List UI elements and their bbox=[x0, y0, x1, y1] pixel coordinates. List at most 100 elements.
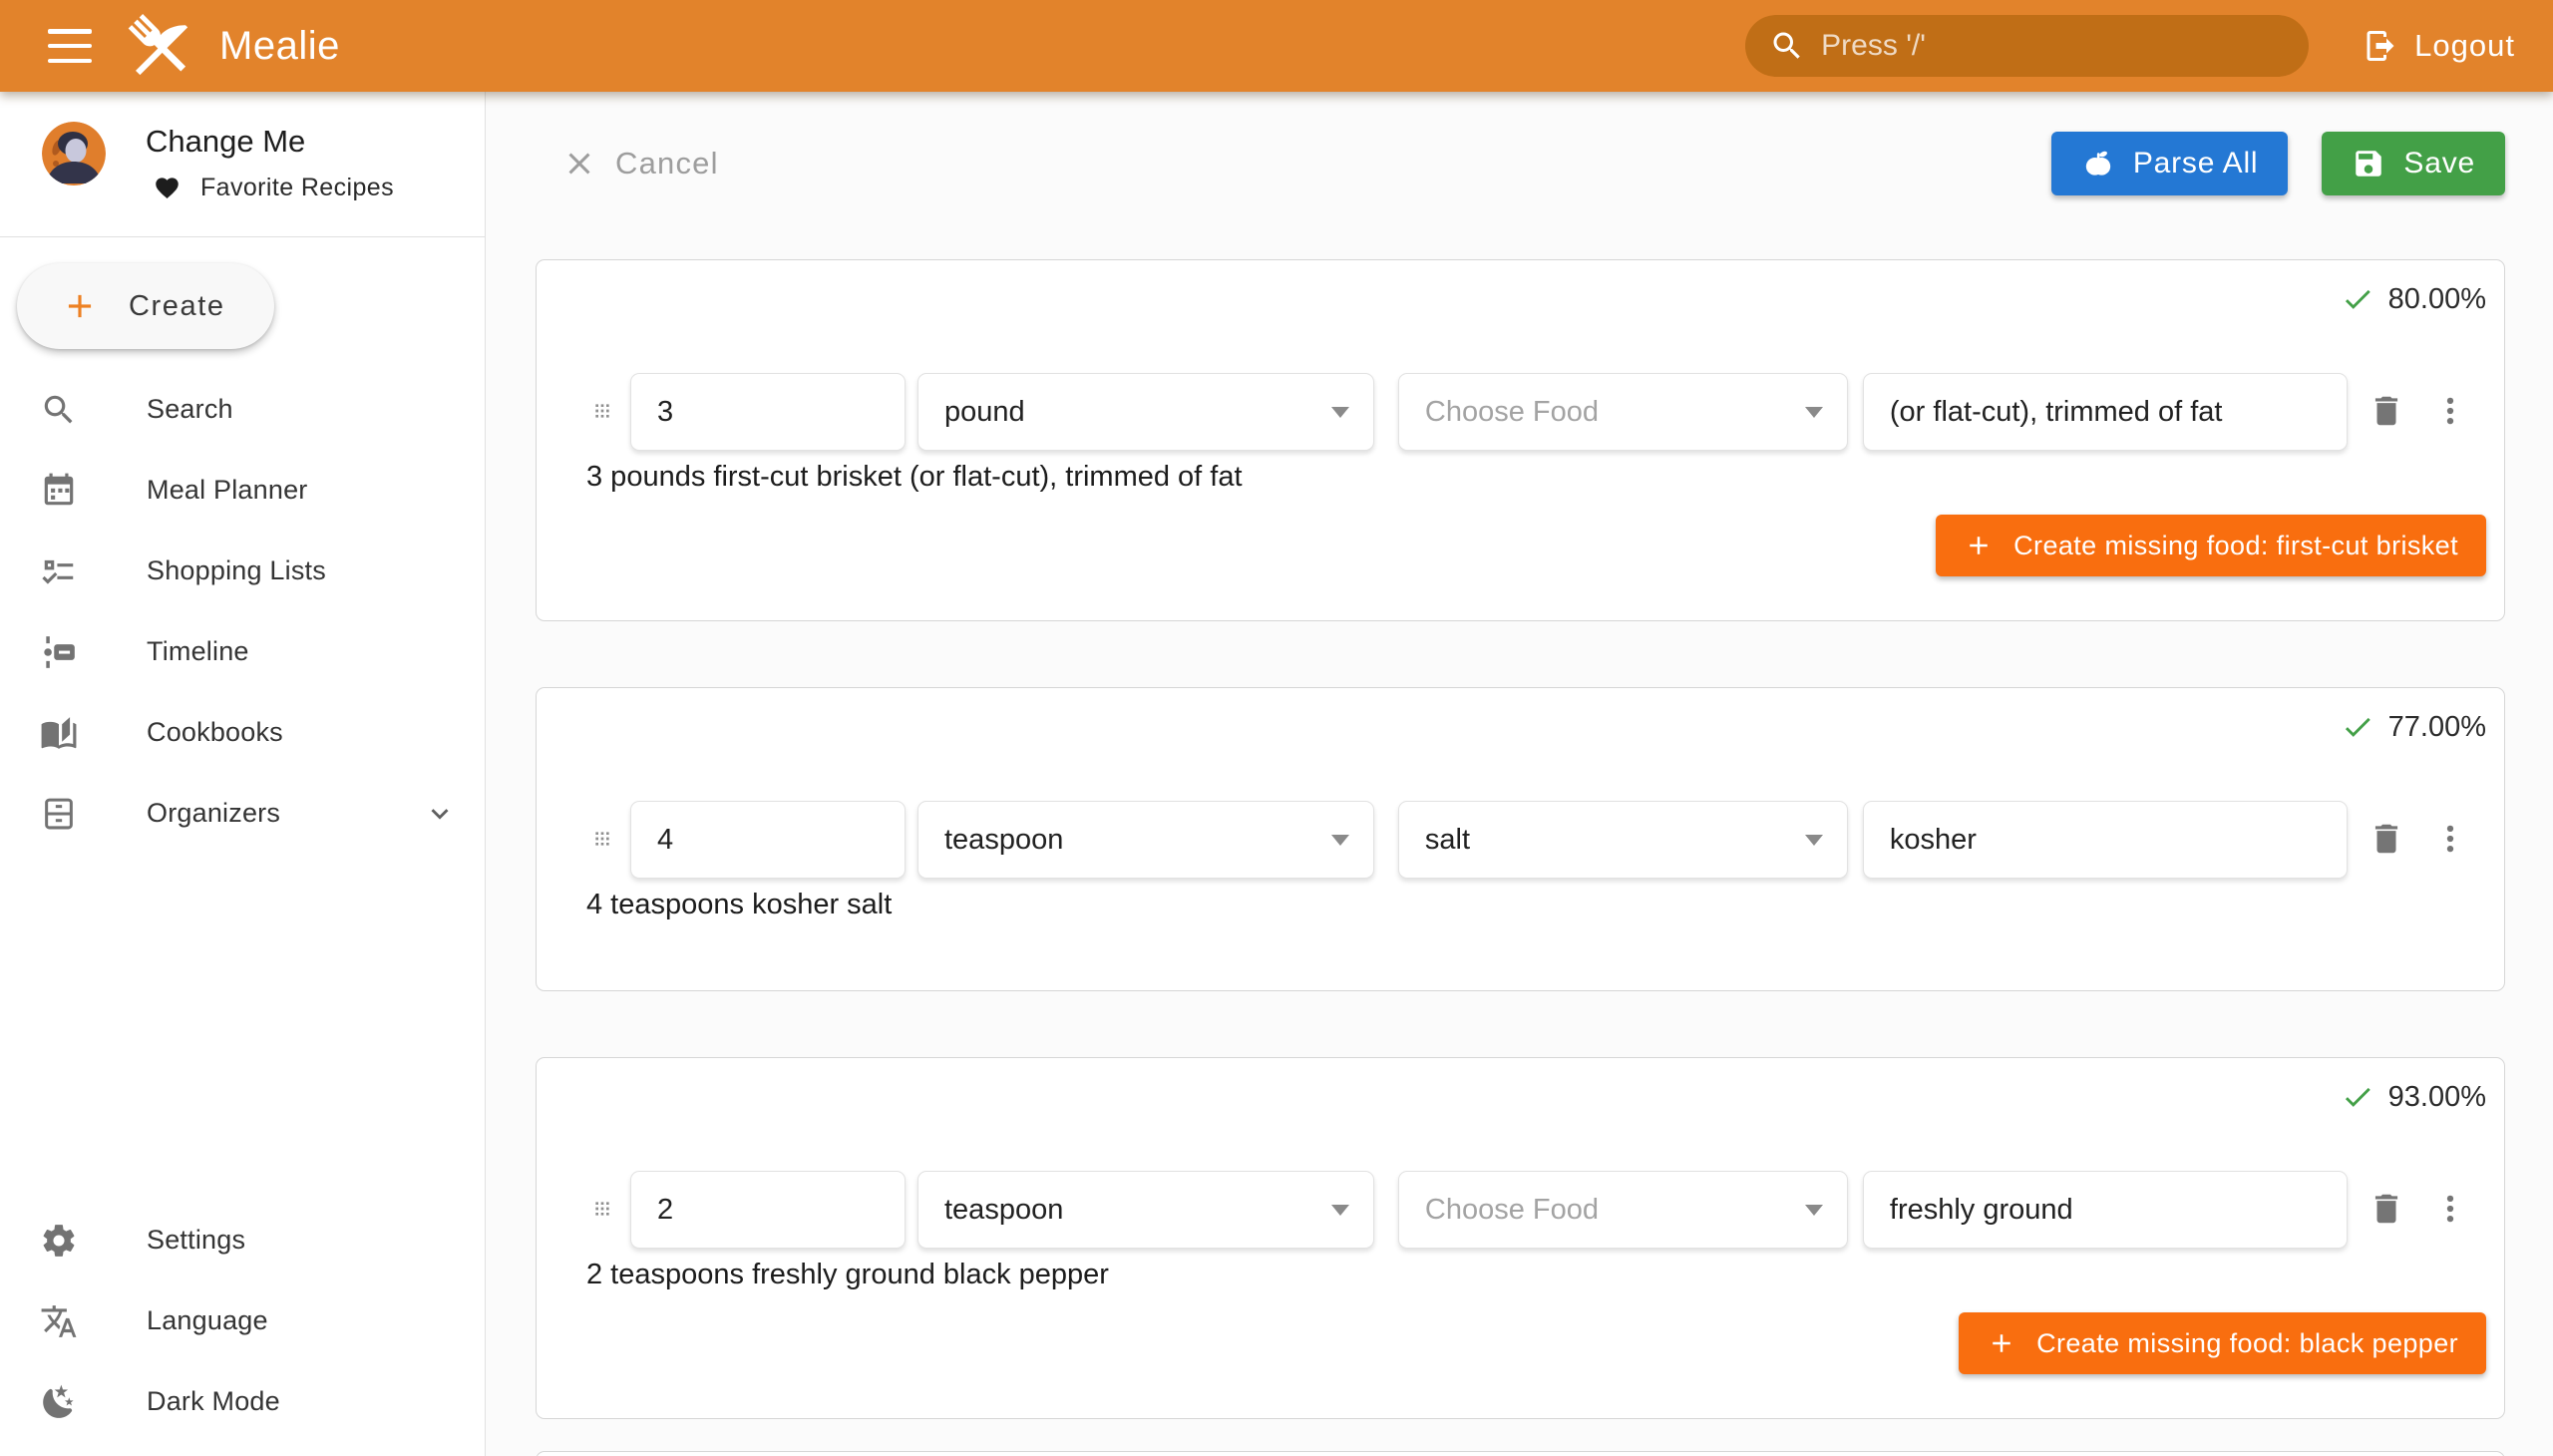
app-window: Mealie Logout bbox=[0, 0, 2553, 1456]
app-title: Mealie bbox=[219, 24, 340, 69]
search-icon bbox=[40, 391, 78, 429]
trash-icon bbox=[2368, 392, 2405, 430]
food-placeholder: Choose Food bbox=[1425, 1194, 1599, 1227]
dropdown-caret-icon bbox=[1331, 1205, 1349, 1216]
top-app-bar: Mealie Logout bbox=[0, 0, 2553, 92]
sidebar-item-label: Search bbox=[147, 394, 233, 425]
cancel-label: Cancel bbox=[615, 146, 719, 182]
create-missing-food-button[interactable]: Create missing food: black pepper bbox=[1959, 1312, 2486, 1374]
original-ingredient-text: 4 teaspoons kosher salt bbox=[586, 889, 2504, 922]
card-actions: Create missing food: black pepper bbox=[537, 1312, 2486, 1418]
quantity-input[interactable] bbox=[630, 373, 906, 451]
create-missing-food-label: Create missing food: first-cut brisket bbox=[2013, 531, 2458, 561]
logout-label: Logout bbox=[2414, 28, 2515, 64]
unit-value: teaspoon bbox=[944, 824, 1063, 857]
note-input[interactable] bbox=[1863, 1171, 2348, 1249]
moon-icon bbox=[40, 1383, 78, 1421]
quantity-input[interactable] bbox=[630, 801, 906, 879]
create-missing-food-button[interactable]: Create missing food: first-cut brisket bbox=[1936, 515, 2486, 576]
confidence-value: 80.00% bbox=[2388, 283, 2486, 316]
sidebar-item-organizers[interactable]: Organizers bbox=[0, 773, 485, 854]
original-ingredient-text: 3 pounds first-cut brisket (or flat-cut)… bbox=[586, 461, 2504, 495]
unit-select[interactable]: teaspoon bbox=[917, 801, 1374, 879]
next-ingredient-card-edge bbox=[536, 1451, 2505, 1456]
food-apple-icon bbox=[2081, 147, 2115, 181]
kebab-menu-icon bbox=[2431, 820, 2469, 858]
original-ingredient-text: 2 teaspoons freshly ground black pepper bbox=[586, 1259, 2504, 1292]
note-input[interactable] bbox=[1863, 801, 2348, 879]
ingredient-fields-row: pound Choose Food bbox=[537, 373, 2504, 451]
check-icon bbox=[2341, 710, 2374, 744]
parse-all-button[interactable]: Parse All bbox=[2051, 132, 2289, 195]
card-actions: Create missing food: first-cut brisket bbox=[537, 515, 2486, 620]
drag-handle-icon[interactable] bbox=[586, 823, 612, 857]
more-options-button[interactable] bbox=[2430, 390, 2470, 434]
avatar bbox=[42, 122, 106, 185]
sidebar-bottom-menu: Settings Language Dark Mode bbox=[0, 1200, 485, 1442]
book-icon bbox=[40, 714, 78, 752]
food-select[interactable]: Choose Food bbox=[1398, 373, 1848, 451]
parse-all-label: Parse All bbox=[2133, 147, 2259, 181]
sidebar-item-search[interactable]: Search bbox=[0, 369, 485, 450]
plus-icon bbox=[61, 287, 99, 325]
search-box[interactable] bbox=[1745, 15, 2309, 77]
search-icon bbox=[1769, 28, 1805, 64]
ingredient-card: 93.00% teaspoon Choose Food bbox=[536, 1057, 2505, 1419]
ingredient-card: 80.00% pound Choose Food bbox=[536, 259, 2505, 621]
sidebar-item-shopping-lists[interactable]: Shopping Lists bbox=[0, 531, 485, 611]
confidence-row: 80.00% bbox=[537, 282, 2486, 316]
food-select[interactable]: salt bbox=[1398, 801, 1848, 879]
delete-ingredient-button[interactable] bbox=[2368, 818, 2407, 862]
sidebar-divider bbox=[0, 236, 485, 237]
sidebar-item-meal-planner[interactable]: Meal Planner bbox=[0, 450, 485, 531]
gear-icon bbox=[40, 1222, 78, 1260]
ingredient-fields-row: teaspoon Choose Food bbox=[537, 1171, 2504, 1249]
confidence-row: 77.00% bbox=[537, 710, 2486, 744]
chevron-down-icon[interactable] bbox=[423, 797, 457, 831]
food-select[interactable]: Choose Food bbox=[1398, 1171, 1848, 1249]
create-missing-food-label: Create missing food: black pepper bbox=[2036, 1328, 2458, 1359]
sidebar-item-cookbooks[interactable]: Cookbooks bbox=[0, 692, 485, 773]
plus-icon bbox=[1964, 531, 1994, 560]
user-profile[interactable]: Change Me Favorite Recipes bbox=[0, 92, 485, 202]
kebab-menu-icon bbox=[2431, 392, 2469, 430]
close-icon bbox=[561, 146, 597, 182]
sidebar-item-dark-mode[interactable]: Dark Mode bbox=[0, 1361, 485, 1442]
sidebar-item-label: Settings bbox=[147, 1225, 245, 1256]
confidence-value: 77.00% bbox=[2388, 711, 2486, 744]
drag-handle-icon[interactable] bbox=[586, 1193, 612, 1227]
unit-value: pound bbox=[944, 396, 1025, 429]
dropdown-caret-icon bbox=[1331, 835, 1349, 846]
sidebar-item-label: Meal Planner bbox=[147, 475, 308, 506]
note-input[interactable] bbox=[1863, 373, 2348, 451]
more-options-button[interactable] bbox=[2430, 1188, 2470, 1232]
calendar-icon bbox=[40, 472, 78, 510]
favorite-recipes-link[interactable]: Favorite Recipes bbox=[154, 174, 394, 202]
sidebar-item-timeline[interactable]: Timeline bbox=[0, 611, 485, 692]
sidebar-item-label: Cookbooks bbox=[147, 717, 283, 748]
save-icon bbox=[2352, 147, 2385, 181]
kebab-menu-icon bbox=[2431, 1190, 2469, 1228]
sidebar-item-label: Timeline bbox=[147, 636, 249, 667]
more-options-button[interactable] bbox=[2430, 818, 2470, 862]
logout-button[interactable]: Logout bbox=[2349, 14, 2529, 78]
sidebar-item-language[interactable]: Language bbox=[0, 1280, 485, 1361]
ingredient-list: 80.00% pound Choose Food bbox=[536, 259, 2505, 1456]
menu-icon[interactable] bbox=[48, 29, 92, 63]
global-search-input[interactable] bbox=[1821, 29, 2291, 63]
sidebar-item-settings[interactable]: Settings bbox=[0, 1200, 485, 1280]
save-button[interactable]: Save bbox=[2322, 132, 2505, 195]
unit-value: teaspoon bbox=[944, 1194, 1063, 1227]
create-button[interactable]: Create bbox=[17, 263, 274, 349]
check-icon bbox=[2341, 282, 2374, 316]
unit-select[interactable]: teaspoon bbox=[917, 1171, 1374, 1249]
delete-ingredient-button[interactable] bbox=[2368, 1188, 2407, 1232]
delete-ingredient-button[interactable] bbox=[2368, 390, 2407, 434]
mealie-logo-icon bbox=[120, 7, 197, 85]
check-icon bbox=[2341, 1080, 2374, 1114]
food-placeholder: Choose Food bbox=[1425, 396, 1599, 429]
drag-handle-icon[interactable] bbox=[586, 395, 612, 429]
quantity-input[interactable] bbox=[630, 1171, 906, 1249]
unit-select[interactable]: pound bbox=[917, 373, 1374, 451]
cancel-button[interactable]: Cancel bbox=[561, 146, 719, 182]
